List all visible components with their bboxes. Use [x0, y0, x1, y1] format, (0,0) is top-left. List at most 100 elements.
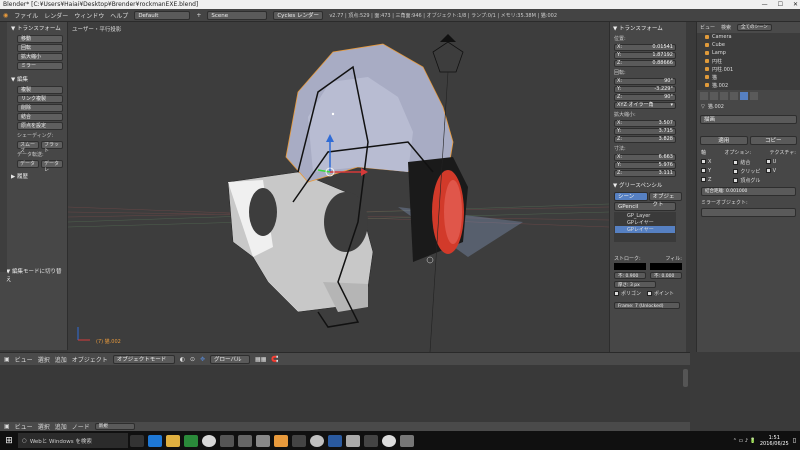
outliner-item-camera[interactable]: Camera — [697, 33, 800, 41]
n-panel-scrollbar[interactable] — [686, 22, 696, 352]
render-tab-icon[interactable] — [700, 92, 708, 100]
outliner-item-cylinder-001[interactable]: 円柱.001 — [697, 65, 800, 73]
vertex-group-checkbox[interactable]: 頂点グル — [733, 177, 763, 184]
duplicate-linked-button[interactable]: リンク複製 — [17, 95, 63, 103]
menu-render[interactable]: レンダー — [44, 11, 68, 20]
maximize-button[interactable]: ☐ — [778, 0, 783, 9]
gp-datablock[interactable]: GPencil — [614, 202, 676, 211]
windows-start-icon[interactable]: ⊞ — [0, 436, 18, 446]
data-layout-button[interactable]: データレ — [41, 160, 63, 173]
app-icon-6[interactable] — [328, 434, 342, 447]
rotation-mode-select[interactable]: XYZ オイラー角 ▾ — [614, 102, 676, 109]
render-engine-select[interactable]: Cycles レンダー — [273, 10, 324, 20]
operator-panel-header[interactable]: ▼ 編集モードに切り替え — [2, 265, 67, 285]
edge-icon[interactable] — [148, 434, 162, 447]
screen-layout-select[interactable]: Default — [134, 10, 191, 20]
vp-menu-view[interactable]: ビュー — [15, 355, 33, 364]
store-icon[interactable] — [184, 434, 198, 447]
gp-layer-1[interactable]: GPレイヤー — [615, 219, 675, 226]
modifier-tab-icon[interactable] — [740, 92, 748, 100]
app-icon-4[interactable] — [292, 434, 306, 447]
app-icon-7[interactable] — [346, 434, 360, 447]
axis-z-checkbox[interactable]: Z — [701, 177, 731, 184]
translate-button[interactable]: 移動 — [17, 35, 63, 43]
merge-checkbox[interactable]: 結合 — [733, 159, 763, 166]
world-tab-icon[interactable] — [720, 92, 728, 100]
ne-menu-node[interactable]: ノード — [72, 422, 90, 431]
history-panel-header[interactable]: ▶ 履歴 — [7, 170, 67, 182]
duplicate-button[interactable]: 複製 — [17, 86, 63, 94]
gp-layer-2[interactable]: GPレイヤー — [615, 226, 675, 233]
ne-menu-view[interactable]: ビュー — [15, 422, 33, 431]
data-transfer-button[interactable]: データ — [17, 160, 39, 168]
location-x-field[interactable]: X: 0.01541 — [614, 44, 676, 51]
dimensions-y-field[interactable]: Y: 5.976 — [614, 162, 676, 169]
grease-pencil-header[interactable]: ▼ グリースペンシル — [610, 179, 686, 191]
smooth-button[interactable]: スムーズ — [17, 141, 39, 154]
rotation-y-field[interactable]: Y: -3.229° — [614, 86, 676, 93]
rotation-x-field[interactable]: X: 90° — [614, 78, 676, 85]
frame-field[interactable]: Frame: 7 (Unlocked) — [614, 302, 680, 309]
stroke-color-swatch[interactable] — [614, 263, 646, 270]
app-icon-1[interactable] — [220, 434, 234, 447]
point-checkbox[interactable]: ポイント — [647, 290, 674, 297]
taskbar-search[interactable]: ○ Webと Windows を検索 — [18, 433, 128, 448]
merge-limit-field[interactable]: 結合距離: 0.001000 — [701, 187, 796, 196]
outliner-filter-select[interactable]: 全てのシーン — [737, 24, 772, 31]
outliner-item-cylinder[interactable]: 円柱 — [697, 57, 800, 65]
location-y-field[interactable]: Y: 1.87192 — [614, 52, 676, 59]
pivot-icon[interactable]: ⊙ — [190, 356, 195, 363]
scale-y-field[interactable]: Y: 3.715 — [614, 128, 676, 135]
close-button[interactable]: ✕ — [793, 0, 798, 9]
scale-x-field[interactable]: X: 3.507 — [614, 120, 676, 127]
blender-taskbar-icon[interactable] — [274, 434, 288, 447]
vp-menu-add[interactable]: 追加 — [55, 355, 67, 364]
ne-menu-select[interactable]: 選択 — [38, 422, 50, 431]
join-button[interactable]: 結合 — [17, 113, 63, 121]
clipping-checkbox[interactable]: クリッピ — [733, 168, 763, 175]
modifier-name-field[interactable]: 描画 — [700, 115, 797, 124]
3d-viewport[interactable]: ユーザー・平行投影 (7) 猫.002 — [68, 22, 609, 352]
dimensions-x-field[interactable]: X: 6.663 — [614, 154, 676, 161]
gp-scene-tab[interactable]: シーン — [614, 192, 648, 201]
mirror-button[interactable]: ミラー — [17, 62, 63, 70]
rotation-z-field[interactable]: Z: 90° — [614, 94, 676, 101]
new-button[interactable]: 新規 — [94, 423, 135, 430]
polygon-checkbox[interactable]: ポリゴン — [614, 290, 641, 297]
chrome-icon[interactable] — [202, 434, 216, 447]
layers-icon[interactable]: ▦▦ — [255, 356, 266, 363]
task-view-icon[interactable] — [130, 434, 144, 447]
add-icon[interactable]: + — [196, 12, 201, 19]
app-icon-8[interactable] — [364, 434, 378, 447]
orientation-select[interactable]: グローバル — [210, 354, 251, 364]
rotate-button[interactable]: 回転 — [17, 44, 63, 52]
app-icon-10[interactable] — [400, 434, 414, 447]
axis-y-checkbox[interactable]: Y — [701, 168, 731, 175]
vp-menu-select[interactable]: 選択 — [38, 355, 50, 364]
texture-v-checkbox[interactable]: V — [765, 168, 796, 175]
outliner-search-menu[interactable]: 検索 — [721, 24, 731, 31]
edit-panel-header[interactable]: ▼ 編集 — [7, 73, 67, 85]
outliner-item-lamp[interactable]: Lamp — [697, 49, 800, 57]
manipulator-icon[interactable]: ✥ — [200, 356, 205, 363]
app-icon-9[interactable] — [382, 434, 396, 447]
mode-select[interactable]: オブジェクトモード — [112, 354, 175, 364]
fill-alpha-field[interactable]: 不: 0.000 — [650, 272, 682, 279]
node-editor[interactable] — [0, 365, 690, 422]
copy-button[interactable]: コピー — [749, 136, 797, 145]
shading-icon[interactable]: ◐ — [180, 356, 185, 363]
menu-file[interactable]: ファイル — [14, 11, 38, 20]
object-tab-icon[interactable] — [730, 92, 738, 100]
gp-object-tab[interactable]: オブジェクト — [648, 192, 682, 208]
node-editor-type-icon[interactable]: ▣ — [4, 423, 10, 430]
tool-tabs[interactable] — [0, 22, 7, 272]
minimize-button[interactable]: — — [762, 0, 768, 9]
outliner-item-cat[interactable]: 猫 — [697, 73, 800, 81]
apply-button[interactable]: 適用 — [700, 136, 748, 145]
app-icon-2[interactable] — [238, 434, 252, 447]
location-z-field[interactable]: Z: 0.88666 — [614, 60, 676, 67]
set-origin-select[interactable]: 原点を設定 — [17, 122, 63, 130]
outliner-item-cube[interactable]: Cube — [697, 41, 800, 49]
transform-panel-header[interactable]: ▼ トランスフォーム — [7, 22, 67, 34]
dimensions-z-field[interactable]: Z: 3.111 — [614, 170, 676, 177]
